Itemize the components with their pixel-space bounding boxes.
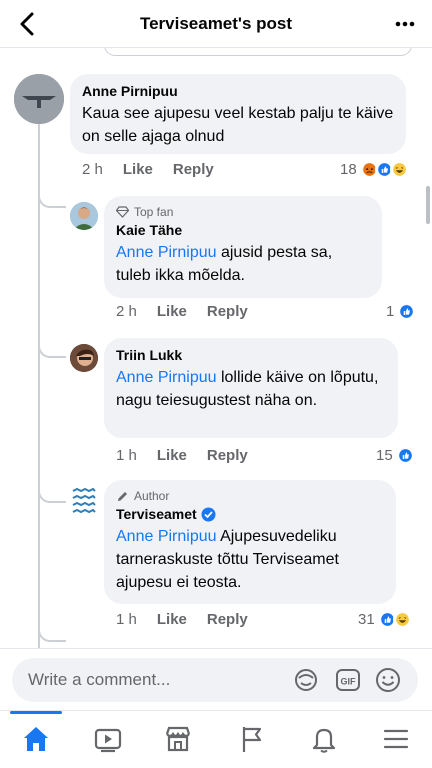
avatar[interactable] [70, 202, 98, 230]
avatar-sticker-icon[interactable] [292, 666, 320, 694]
thread-branch [38, 628, 66, 642]
terviseamet-logo-icon [70, 486, 98, 520]
reply-button[interactable]: Reply [207, 611, 248, 628]
svg-text:GIF: GIF [341, 677, 357, 687]
menu-icon[interactable] [380, 723, 412, 755]
gif-icon[interactable]: GIF [334, 666, 362, 694]
comment-bubble: Top fan Kaie Tähe Anne Pirnipuu ajusid p… [104, 196, 382, 298]
comment-composer-bar: Write a comment... GIF [0, 648, 432, 710]
reaction-count: 31 [358, 610, 375, 628]
comment-text: Kaua see ajupesu veel kestab palju te kä… [82, 105, 394, 145]
like-button[interactable]: Like [157, 447, 187, 464]
comment-author[interactable]: Kaie Tähe [116, 222, 370, 238]
comment-text: Anne Pirnipuu lollide käive on lõputu, n… [116, 369, 379, 409]
bottom-navigation [0, 710, 432, 768]
comment-text: Anne Pirnipuu Ajupesuvedeliku tarnerasku… [116, 528, 339, 591]
marketplace-icon[interactable] [162, 723, 194, 755]
comment-input[interactable]: Write a comment... GIF [12, 658, 418, 702]
comment-actions: 1 h Like Reply [116, 609, 268, 629]
badge-label: Author [134, 489, 170, 503]
comment-bubble: Triin Lukk Anne Pirnipuu lollide käive o… [104, 338, 398, 438]
thread-branch [38, 188, 66, 208]
reaction-summary[interactable]: 18 [340, 158, 409, 180]
comments-section: Anne Pirnipuu Kaua see ajupesu veel kest… [0, 48, 432, 648]
reaction-count: 15 [376, 446, 393, 464]
previous-comment-edge [104, 48, 412, 56]
avatar-image-icon [14, 74, 64, 124]
comment-time: 2 h [116, 302, 137, 320]
like-react-icon [395, 445, 415, 465]
top-fan-badge: Top fan [116, 205, 370, 219]
post-header: Terviseamet's post [0, 0, 432, 48]
page-logo[interactable] [70, 486, 98, 520]
reply-button[interactable]: Reply [207, 303, 248, 320]
like-button[interactable]: Like [157, 303, 187, 320]
avatar-image-icon [70, 202, 98, 230]
avatar-image-icon [70, 344, 98, 372]
like-button[interactable]: Like [157, 611, 187, 628]
like-react-icon [397, 301, 417, 321]
more-options-icon[interactable] [392, 12, 418, 36]
pencil-icon [118, 491, 127, 501]
reaction-summary[interactable]: 15 [376, 444, 415, 466]
comment-bubble: Author Terviseamet Anne Pirnipuu Ajupesu… [104, 480, 396, 604]
avatar[interactable] [14, 74, 64, 124]
reply-button[interactable]: Reply [173, 161, 214, 178]
notifications-bell-icon[interactable] [308, 723, 340, 755]
mention-link[interactable]: Anne Pirnipuu [116, 528, 217, 545]
haha-react-icon [392, 609, 412, 629]
comment-author[interactable]: Anne Pirnipuu [82, 83, 394, 99]
comment-time: 2 h [82, 160, 103, 178]
page-title: Terviseamet's post [139, 14, 293, 33]
reply-button[interactable]: Reply [207, 447, 248, 464]
comment-time: 1 h [116, 610, 137, 628]
comment-author[interactable]: Triin Lukk [116, 347, 386, 363]
reaction-count: 1 [386, 302, 395, 320]
comment-text: Anne Pirnipuu ajusid pesta sa, tuleb ikk… [116, 244, 333, 284]
emoji-icon[interactable] [374, 666, 402, 694]
watch-icon[interactable] [92, 723, 124, 755]
comment-author[interactable]: Terviseamet [116, 506, 384, 522]
thread-branch [38, 338, 66, 358]
mention-link[interactable]: Anne Pirnipuu [116, 369, 217, 386]
diamond-icon [116, 206, 129, 218]
pages-flag-icon[interactable] [236, 723, 268, 755]
scroll-indicator[interactable] [426, 186, 430, 224]
comment-time: 1 h [116, 446, 137, 464]
haha-react-icon [389, 159, 409, 179]
comment-actions: 2 h Like Reply [116, 301, 268, 321]
badge-label: Top fan [134, 205, 174, 219]
comment-actions: 1 h Like Reply [116, 445, 268, 465]
comment-actions: 2 h Like Reply [82, 159, 234, 179]
home-icon[interactable] [20, 723, 52, 755]
comment-bubble: Anne Pirnipuu Kaua see ajupesu veel kest… [70, 74, 406, 154]
reaction-summary[interactable]: 31 [358, 608, 412, 630]
mention-link[interactable]: Anne Pirnipuu [116, 244, 217, 261]
reaction-count: 18 [340, 160, 357, 178]
verified-badge-icon [201, 507, 216, 521]
reaction-summary[interactable]: 1 [386, 300, 417, 322]
avatar[interactable] [70, 344, 98, 372]
author-badge: Author [116, 489, 384, 503]
active-tab-indicator [10, 711, 62, 714]
thread-branch [38, 483, 66, 503]
comment-placeholder: Write a comment... [28, 670, 171, 689]
like-button[interactable]: Like [123, 161, 153, 178]
